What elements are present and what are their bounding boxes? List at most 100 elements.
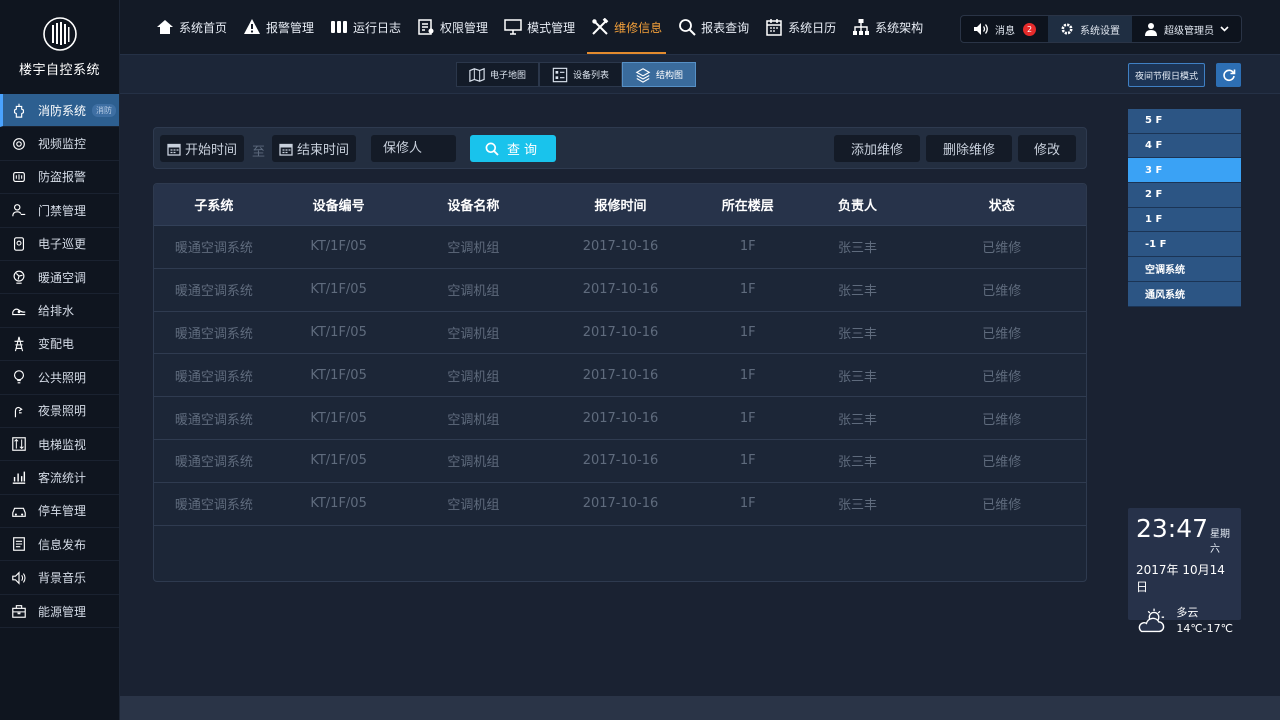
table-cell: 已维修 bbox=[982, 326, 1022, 342]
clock-time: 23:47 bbox=[1136, 514, 1209, 543]
end-date-picker[interactable]: 结束时间 bbox=[272, 135, 357, 162]
table-cell: KT/1F/05 bbox=[310, 453, 367, 469]
sub-toolbar: 电子地图 设备列表 结构图 夜间节假日模式 bbox=[120, 54, 1280, 94]
sidebar-item[interactable]: 视频监控 bbox=[0, 127, 119, 161]
table-row[interactable]: 暖通空调系统 KT/1F/05 空调机组 2017-10-16 1F 张三丰 已维修 bbox=[154, 269, 1086, 312]
table-cell: 1F bbox=[739, 239, 756, 255]
table-cell: 空调机组 bbox=[447, 284, 500, 300]
view-tab[interactable]: 结构图 bbox=[622, 62, 697, 87]
sidebar-item-label: 公共照明 bbox=[38, 370, 87, 385]
nav-item[interactable]: 权限管理 bbox=[409, 0, 496, 54]
table-cell: KT/1F/05 bbox=[310, 324, 367, 340]
sidebar-item[interactable]: 变配电 bbox=[0, 328, 119, 362]
sidebar-item-label: 停车管理 bbox=[38, 504, 87, 519]
table-cell: 2017-10-16 bbox=[582, 324, 659, 340]
table-row[interactable]: 暖通空调系统 KT/1F/05 空调机组 2017-10-16 1F 张三丰 已维修 bbox=[154, 440, 1086, 483]
sidebar-item[interactable]: 电梯监视 bbox=[0, 428, 119, 462]
table-cell: 2017-10-16 bbox=[582, 239, 659, 255]
nav-item[interactable]: 报警管理 bbox=[235, 0, 322, 54]
nav-item[interactable]: 维修信息 bbox=[583, 0, 670, 54]
query-button[interactable]: 查询 bbox=[470, 135, 556, 162]
sidebar-item[interactable]: 停车管理 bbox=[0, 495, 119, 529]
delete-repair-button[interactable]: 删除维修 bbox=[926, 135, 1012, 162]
patrol-icon-wrapper bbox=[10, 235, 28, 253]
view-tab-label: 电子地图 bbox=[490, 71, 527, 81]
table-cell: 已维修 bbox=[982, 369, 1022, 385]
partly-cloudy-icon bbox=[1138, 608, 1165, 633]
floor-item[interactable]: 空调系统 bbox=[1128, 257, 1241, 282]
sidebar-item-label: 门禁管理 bbox=[38, 203, 87, 218]
sidebar-item[interactable]: 给排水 bbox=[0, 294, 119, 328]
add-repair-button[interactable]: 添加维修 bbox=[834, 135, 920, 162]
document-icon-wrapper bbox=[10, 535, 28, 553]
nav-item-label: 模式管理 bbox=[527, 20, 576, 35]
floor-item[interactable]: 5 F bbox=[1128, 109, 1241, 134]
floor-item[interactable]: 4 F bbox=[1128, 133, 1241, 159]
column-header: 设备名称 bbox=[447, 199, 500, 214]
camera-icon-wrapper bbox=[10, 135, 28, 153]
nav-item-label: 维修信息 bbox=[614, 20, 663, 35]
floor-item[interactable]: 1 F bbox=[1128, 207, 1241, 233]
sidebar-item[interactable]: 背景音乐 bbox=[0, 561, 119, 595]
settings-button[interactable]: 系统设置 bbox=[1048, 16, 1132, 42]
floor-item[interactable]: 通风系统 bbox=[1128, 281, 1241, 307]
edit-button[interactable]: 修改 bbox=[1018, 135, 1076, 162]
table-cell: 暖通空调系统 bbox=[174, 241, 253, 257]
floor-item[interactable]: 3 F bbox=[1128, 158, 1241, 184]
table-cell: 1F bbox=[739, 410, 756, 426]
bulb-icon bbox=[13, 370, 25, 384]
nav-item[interactable]: 报表查询 bbox=[670, 0, 757, 54]
sidebar-item-label: 电子巡更 bbox=[38, 237, 87, 252]
sidebar-item[interactable]: 消防系统 消防 bbox=[0, 94, 119, 128]
nav-item[interactable]: 系统日历 bbox=[757, 0, 844, 54]
messages-button[interactable]: 消息 2 bbox=[961, 16, 1048, 42]
refresh-button[interactable] bbox=[1216, 63, 1241, 87]
floor-item[interactable]: 2 F bbox=[1128, 183, 1241, 208]
column-header: 报修时间 bbox=[594, 199, 647, 214]
sidebar-item[interactable]: 能源管理 bbox=[0, 595, 119, 629]
search-icon bbox=[485, 142, 499, 156]
table-row[interactable]: 暖通空调系统 KT/1F/05 空调机组 2017-10-16 1F 张三丰 已维修 bbox=[154, 483, 1086, 526]
document-icon bbox=[13, 537, 25, 552]
nav-item[interactable]: 运行日志 bbox=[322, 0, 409, 54]
car-icon-wrapper bbox=[10, 502, 28, 520]
nav-item-label: 系统日历 bbox=[788, 20, 837, 35]
access-control-icon bbox=[12, 204, 26, 217]
sidebar-item[interactable]: 防盗报警 bbox=[0, 161, 119, 195]
alarm-icon-wrapper bbox=[10, 168, 28, 186]
table-row[interactable]: 暖通空调系统 KT/1F/05 空调机组 2017-10-16 1F 张三丰 已维修 bbox=[154, 312, 1086, 355]
hvac-icon bbox=[13, 270, 25, 284]
home-icon bbox=[157, 20, 173, 34]
messages-label: 消息 bbox=[995, 25, 1015, 37]
sidebar: 楼宇自控系统 消防系统 消防 视频监控 防盗报警 门禁管理 电子巡更 暖通空调 给排水 变配电公… bbox=[0, 0, 120, 720]
fire-hydrant-icon bbox=[13, 103, 25, 118]
table-cell: 1F bbox=[739, 496, 756, 512]
sidebar-item[interactable]: 客流统计 bbox=[0, 461, 119, 495]
sidebar-item[interactable]: 夜景照明 bbox=[0, 395, 119, 428]
user-menu-button[interactable]: 超级管理员 bbox=[1132, 16, 1241, 42]
night-holiday-mode-button[interactable]: 夜间节假日模式 bbox=[1128, 63, 1206, 87]
floor-item[interactable]: -1 F bbox=[1128, 232, 1241, 258]
sidebar-item[interactable]: 公共照明 bbox=[0, 361, 119, 395]
start-date-picker[interactable]: 开始时间 bbox=[160, 135, 245, 162]
column-header: 所在楼层 bbox=[721, 199, 774, 214]
chevron-down-icon bbox=[1220, 26, 1229, 32]
view-tab[interactable]: 设备列表 bbox=[539, 62, 623, 87]
view-tab[interactable]: 电子地图 bbox=[456, 62, 540, 87]
table-row[interactable]: 暖通空调系统 KT/1F/05 空调机组 2017-10-16 1F 张三丰 已维修 bbox=[154, 226, 1086, 269]
nav-item[interactable]: 系统首页 bbox=[148, 0, 235, 54]
sidebar-item[interactable]: 信息发布 bbox=[0, 528, 119, 562]
nav-item[interactable]: 系统架构 bbox=[844, 0, 931, 54]
hierarchy-icon bbox=[853, 19, 870, 35]
table-row[interactable]: 暖通空调系统 KT/1F/05 空调机组 2017-10-16 1F 张三丰 已维修 bbox=[154, 354, 1086, 398]
nav-item[interactable]: 模式管理 bbox=[496, 0, 583, 54]
list-icon bbox=[552, 67, 568, 82]
table-row[interactable]: 暖通空调系统 KT/1F/05 空调机组 2017-10-16 1F 张三丰 已维修 bbox=[154, 397, 1086, 440]
sidebar-item-label: 消防系统 bbox=[38, 103, 87, 118]
table-cell: 张三丰 bbox=[837, 284, 877, 300]
sidebar-item[interactable]: 门禁管理 bbox=[0, 194, 119, 228]
repair-person-input[interactable] bbox=[371, 135, 456, 162]
sidebar-item[interactable]: 暖通空调 bbox=[0, 261, 119, 295]
sidebar-item[interactable]: 电子巡更 bbox=[0, 228, 119, 261]
speaker-icon bbox=[12, 570, 26, 585]
